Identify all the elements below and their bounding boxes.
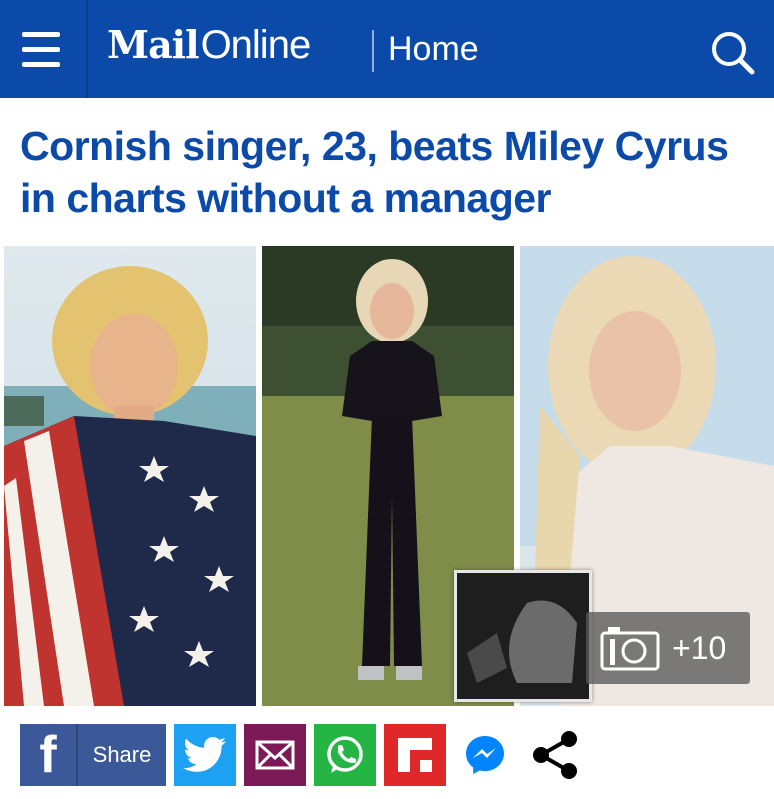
share-bar: f Share [0, 706, 774, 799]
twitter-icon [183, 737, 226, 772]
email-share-button[interactable] [244, 724, 306, 786]
share-icon [533, 731, 577, 779]
section-label-home[interactable]: Home [388, 30, 479, 69]
photo-flag-wrap[interactable] [4, 246, 256, 706]
search-icon[interactable] [708, 28, 756, 76]
logo-mail: Mail [107, 22, 200, 67]
messenger-share-button[interactable] [454, 724, 516, 786]
facebook-icon: f [20, 724, 78, 786]
facebook-share-button[interactable]: f Share [20, 724, 166, 786]
article-headline[interactable]: Cornish singer, 23, beats Miley Cyrus in… [20, 120, 760, 224]
share-icon-button[interactable] [524, 724, 586, 786]
site-logo[interactable]: Mail Online [107, 22, 312, 76]
twitter-share-button[interactable] [174, 724, 236, 786]
logo-online: Online [200, 23, 312, 67]
photo-thumbnail-performance[interactable] [454, 570, 592, 702]
top-navigation-bar: Mail Online Home [0, 0, 774, 98]
logo-separator [372, 30, 374, 72]
hamburger-menu-icon[interactable] [18, 22, 66, 78]
messenger-icon [466, 736, 504, 774]
whatsapp-share-button[interactable] [314, 724, 376, 786]
nav-divider [86, 0, 88, 98]
email-icon [255, 740, 295, 770]
camera-icon [600, 627, 660, 671]
flipboard-icon [398, 738, 432, 772]
whatsapp-icon [327, 736, 363, 773]
gallery-count: +10 [672, 629, 727, 666]
gallery-count-badge[interactable]: +10 [586, 612, 750, 684]
facebook-share-label: Share [92, 742, 152, 767]
flipboard-share-button[interactable] [384, 724, 446, 786]
